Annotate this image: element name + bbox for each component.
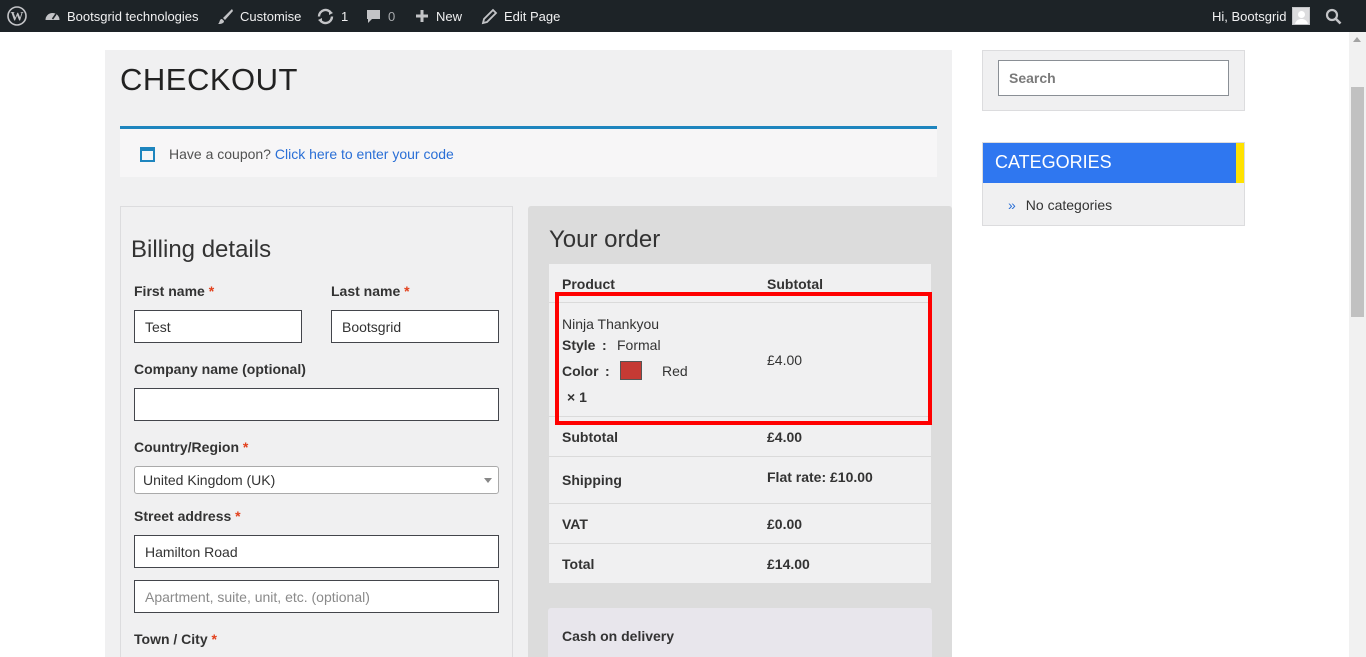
search-input[interactable]: Search [998,60,1229,96]
svg-text:W: W [11,9,24,24]
first-name-label-text: First name [134,283,205,299]
first-name-label: First name * [134,283,214,299]
street-address-field[interactable]: Hamilton Road [134,535,499,568]
no-categories-text: No categories [1025,197,1113,213]
scrollbar-thumb[interactable] [1351,87,1364,317]
site-name-menu[interactable]: Bootsgrid technologies [44,0,199,32]
company-field[interactable] [134,388,499,421]
last-name-field[interactable]: Bootsgrid [331,310,499,343]
required-mark: * [211,631,217,647]
edit-page-link[interactable]: Edit Page [481,0,560,32]
subtotal-label: Subtotal [562,429,618,445]
row-divider [549,543,931,544]
last-name-label: Last name * [331,283,410,299]
coupon-notice: Have a coupon? Click here to enter your … [120,126,937,177]
col-subtotal-header: Subtotal [767,276,823,292]
greeting: Hi, Bootsgrid [1212,8,1287,24]
highlight-box [555,292,932,425]
total-label: Total [562,556,595,572]
scroll-up-arrow-icon[interactable] [1353,37,1361,42]
updates-count: 1 [341,8,349,24]
payment-methods: Cash on delivery [548,608,932,657]
dashboard-icon [45,12,60,20]
col-product-header: Product [562,276,615,292]
street-address-2-field[interactable]: Apartment, suite, unit, etc. (optional) [134,580,499,613]
comment-icon [367,9,380,23]
comments-count: 0 [388,8,396,24]
brush-icon [218,8,233,24]
customise-link[interactable]: Customise [217,0,301,32]
payment-method-cod[interactable]: Cash on delivery [562,628,674,644]
new-content-link[interactable]: New [414,0,462,32]
my-account-menu[interactable]: Hi, Bootsgrid [1212,0,1311,32]
shipping-label: Shipping [562,472,622,488]
new-label: New [436,8,463,24]
admin-search-icon[interactable] [1325,0,1342,32]
vat-label: VAT [562,516,588,532]
town-label-text: Town / City [134,631,208,647]
required-mark: * [235,508,241,524]
double-chevron-icon: » [1008,197,1016,213]
shipping-value: Flat rate: £10.00 [767,469,873,485]
categories-widget: CATEGORIES » No categories [982,142,1245,226]
subtotal-value: £4.00 [767,429,803,445]
calendar-icon [140,147,155,162]
order-title: Your order [549,226,661,253]
billing-title: Billing details [131,236,272,263]
required-mark: * [208,283,215,299]
country-label: Country/Region * [134,439,248,455]
category-item: » No categories [1008,197,1112,213]
country-select[interactable]: United Kingdom (UK) [134,466,499,494]
categories-title: CATEGORIES [995,152,1112,172]
country-label-text: Country/Region [134,439,239,455]
updates-icon [317,8,334,24]
required-mark: * [242,439,249,455]
country-value: United Kingdom (UK) [143,472,276,488]
dropdown-arrow-icon [484,478,492,483]
total-value: £14.00 [767,556,810,572]
required-mark: * [404,283,410,299]
wordpress-logo-icon[interactable]: W [7,0,27,32]
last-name-label-text: Last name [331,283,401,299]
categories-header: CATEGORIES [983,143,1236,183]
page-scrollbar[interactable] [1349,32,1366,657]
updates-link[interactable]: 1 [316,0,348,32]
site-name: Bootsgrid technologies [67,8,199,24]
coupon-text: Have a coupon? Click here to enter your … [169,146,454,162]
page-title: CHECKOUT [120,62,298,97]
comments-link[interactable]: 0 [365,0,395,32]
street-label-text: Street address [134,508,232,524]
first-name-field[interactable]: Test [134,310,302,343]
row-divider [549,503,931,504]
admin-bar: W Bootsgrid technologies Customise 1 0 N… [0,0,1366,32]
avatar [1292,7,1311,25]
pencil-icon [481,8,498,24]
coupon-link[interactable]: Click here to enter your code [275,146,454,162]
row-divider [549,456,931,457]
categories-accent [1236,143,1244,183]
customise-label: Customise [240,8,302,24]
plus-icon [416,10,428,22]
coupon-prompt: Have a coupon? [169,146,271,162]
town-label: Town / City * [134,631,217,647]
street-label: Street address * [134,508,241,524]
vat-value: £0.00 [767,516,803,532]
search-widget: Search [982,50,1245,111]
edit-page-label: Edit Page [504,8,561,24]
company-label: Company name (optional) [134,361,306,377]
